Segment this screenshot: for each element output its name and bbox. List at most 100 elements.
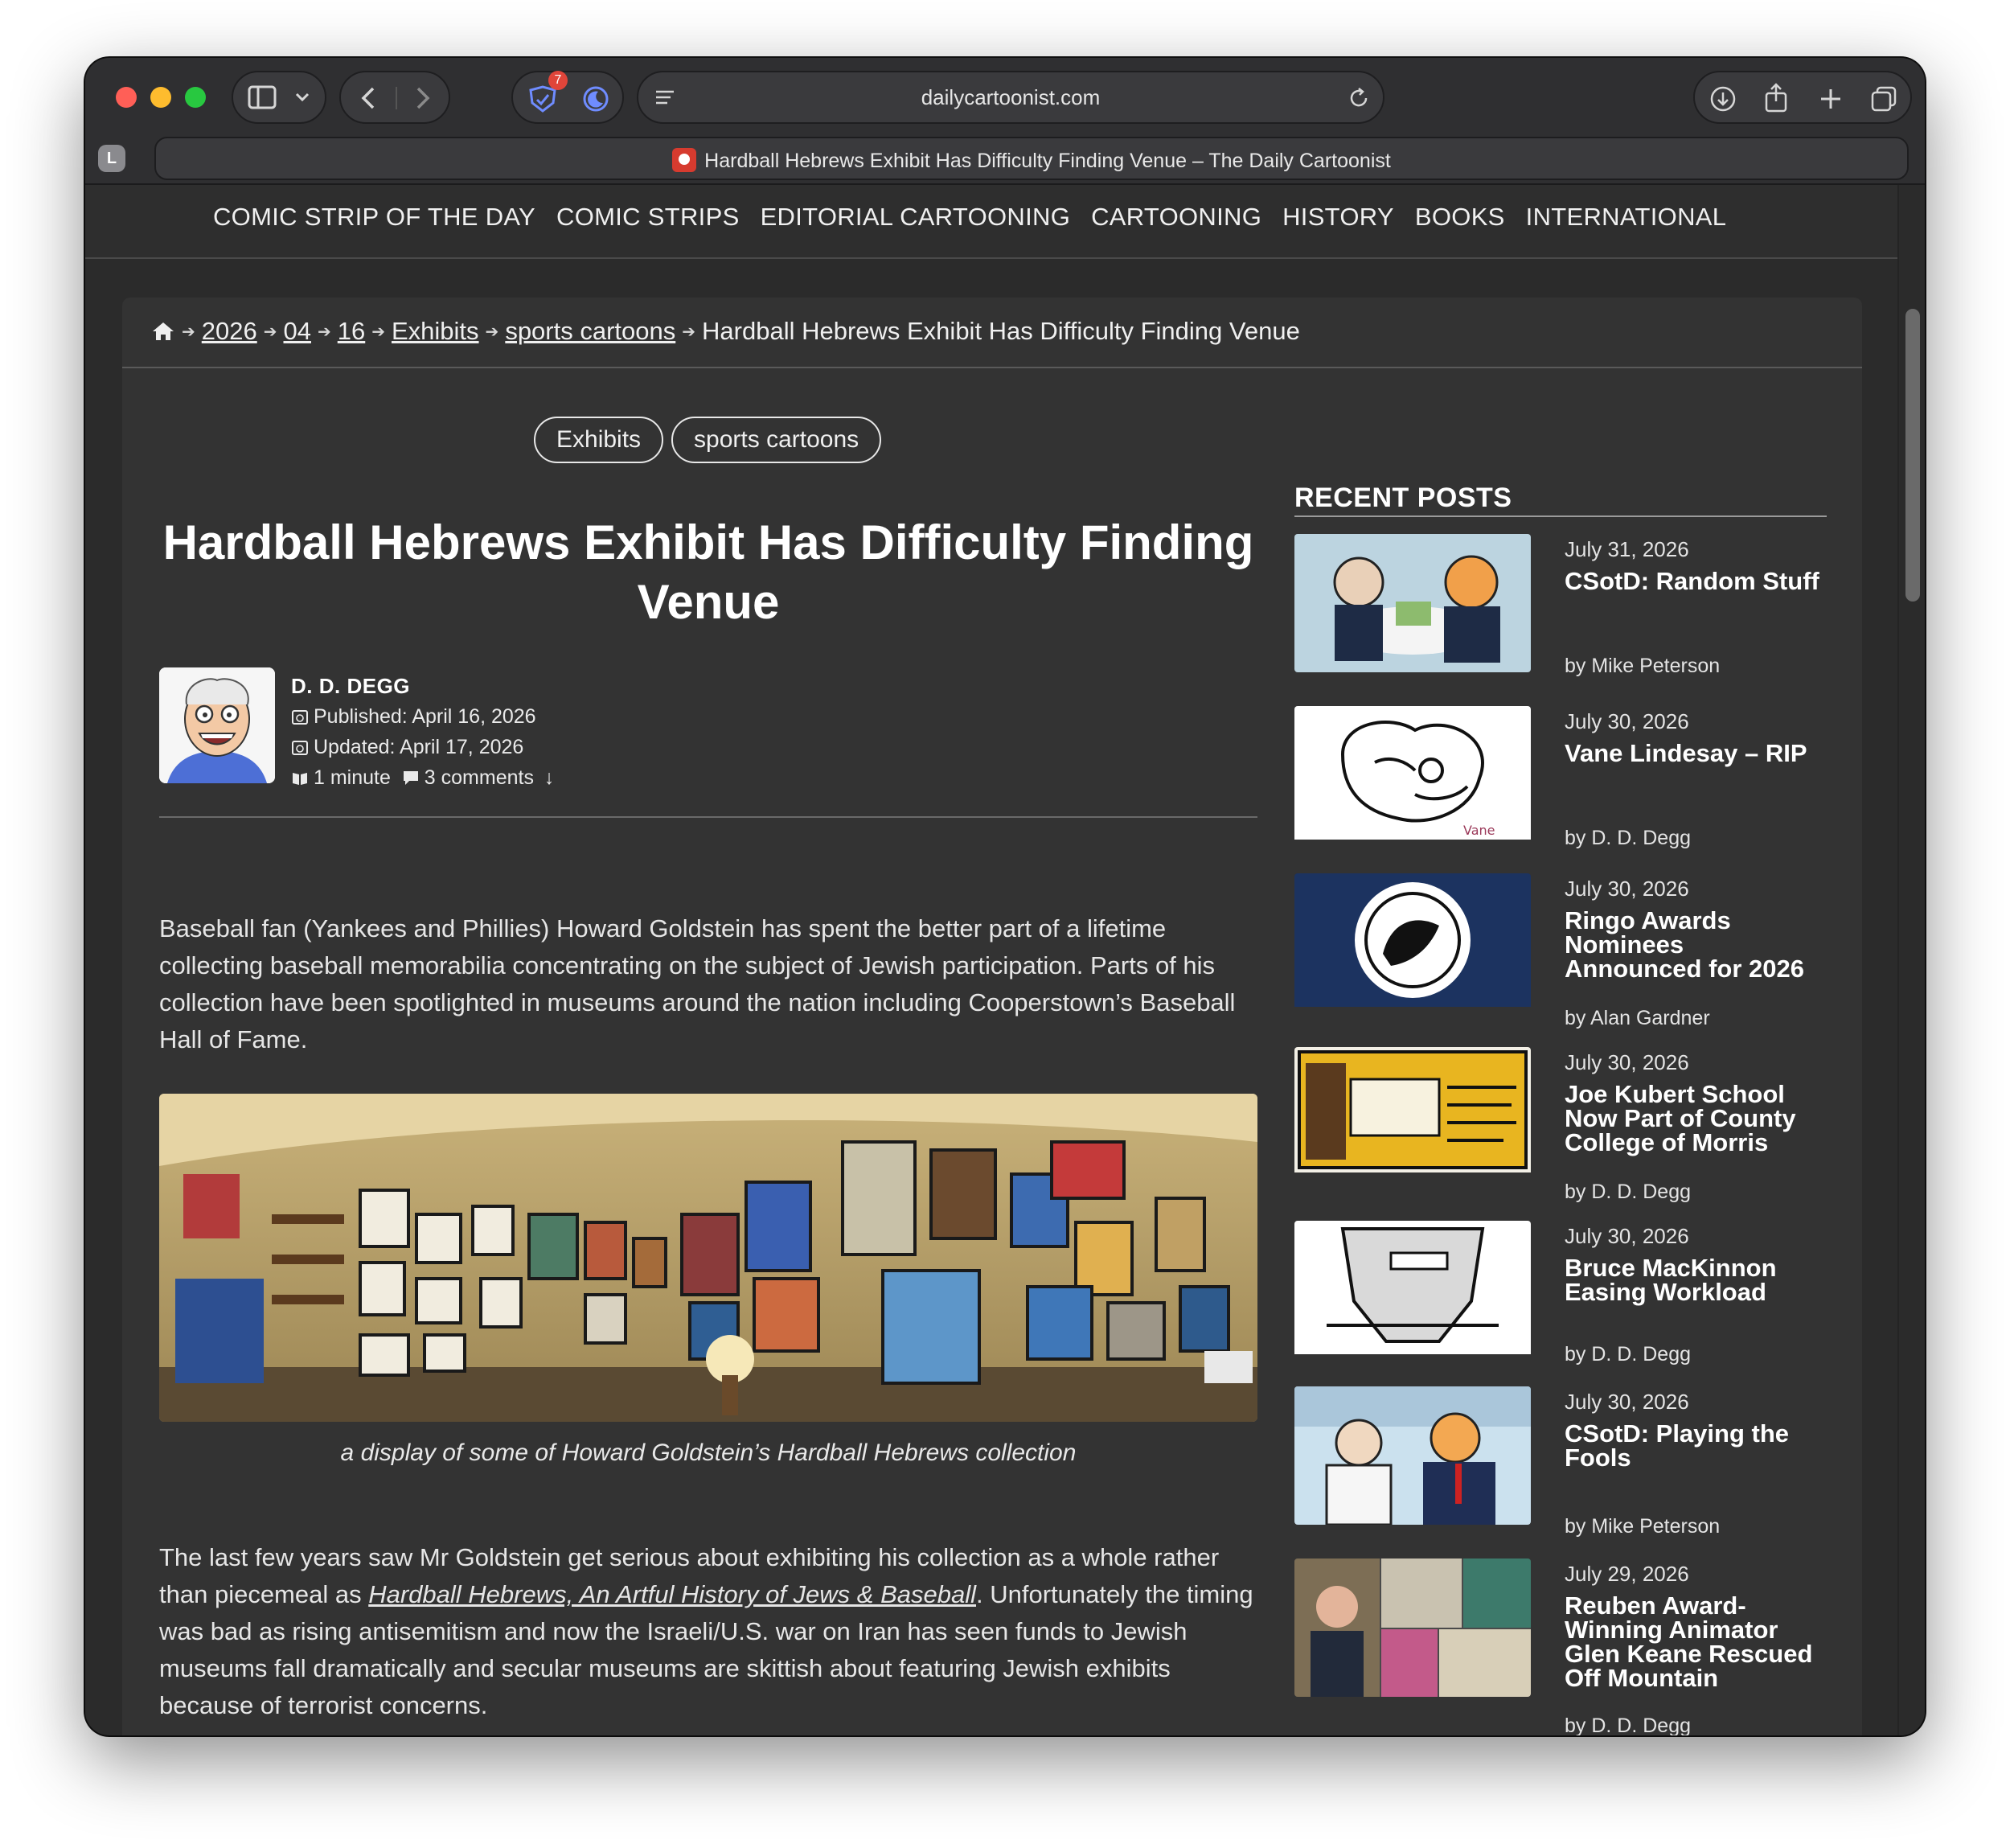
caricature-thumbnail-icon: Vane	[1294, 706, 1531, 840]
close-window-button[interactable]	[116, 87, 137, 108]
post-byline: by Alan Gardner	[1565, 1007, 1710, 1029]
post-title[interactable]: Bruce MacKinnon Easing Workload	[1565, 1255, 1827, 1304]
web-page: COMIC STRIP OF THE DAY COMIC STRIPS EDIT…	[85, 185, 1897, 1735]
breadcrumb-year[interactable]: 2026	[202, 317, 257, 346]
published-text: Published: April 16, 2026	[314, 705, 536, 728]
tab-title-text: Hardball Hebrews Exhibit Has Difficulty …	[704, 150, 1391, 172]
recent-post-item[interactable]: July 30, 2026 CSotD: Playing the Fools b…	[1294, 1386, 1827, 1539]
breadcrumb: ➔ 2026 ➔ 04 ➔ 16 ➔ Exhibits ➔ sports car…	[151, 317, 1300, 346]
reload-icon[interactable]	[1348, 87, 1370, 109]
author-avatar[interactable]	[159, 667, 275, 783]
browser-toolbar: 7 dailycartoonist.com	[85, 58, 1925, 135]
post-byline: by D. D. Degg	[1565, 827, 1692, 849]
post-date: July 30, 2026	[1565, 1050, 1689, 1074]
forward-arrow-icon[interactable]	[413, 85, 433, 111]
breadcrumb-month[interactable]: 04	[284, 317, 311, 346]
tag-sports-cartoons[interactable]: sports cartoons	[671, 417, 882, 463]
extensions-group: 7	[511, 71, 624, 124]
post-date: July 30, 2026	[1565, 709, 1689, 733]
shield-extension-icon[interactable]	[527, 85, 558, 113]
nav-comic-strip-of-the-day[interactable]: COMIC STRIP OF THE DAY	[213, 203, 535, 232]
tab-active[interactable]: Hardball Hebrews Exhibit Has Difficulty …	[154, 137, 1909, 180]
comments-link[interactable]: 3 comments	[425, 766, 534, 789]
post-title[interactable]: Vane Lindesay – RIP	[1565, 741, 1827, 766]
post-title[interactable]: CSotD: Random Stuff	[1565, 569, 1827, 593]
post-tags: Exhibits sports cartoons	[534, 417, 882, 463]
breadcrumb-arrow-icon: ➔	[317, 322, 331, 341]
article-title: Hardball Hebrews Exhibit Has Difficulty …	[162, 515, 1254, 629]
home-icon[interactable]	[151, 321, 175, 342]
recent-post-item[interactable]: July 30, 2026 Ringo Awards Nominees Anno…	[1294, 873, 1827, 1029]
post-thumbnail[interactable]	[1294, 873, 1531, 1012]
minimize-window-button[interactable]	[150, 87, 171, 108]
breadcrumb-day[interactable]: 16	[338, 317, 365, 346]
post-thumbnail[interactable]	[1294, 1558, 1531, 1697]
scrollbar-thumb[interactable]	[1905, 309, 1920, 602]
free-willy-cartoon-icon	[1294, 1221, 1531, 1354]
calendar-clock-icon	[292, 710, 308, 725]
post-title[interactable]: CSotD: Playing the Fools	[1565, 1421, 1827, 1470]
address-bar[interactable]: dailycartoonist.com	[637, 71, 1384, 124]
post-date: July 31, 2026	[1565, 537, 1689, 561]
photo-collage-icon	[1294, 1558, 1531, 1697]
recent-post-item[interactable]: July 30, 2026 Bruce MacKinnon Easing Wor…	[1294, 1221, 1827, 1374]
post-thumbnail[interactable]	[1294, 1047, 1531, 1185]
post-byline: by D. D. Degg	[1565, 1343, 1692, 1365]
post-title[interactable]: Joe Kubert School Now Part of County Col…	[1565, 1082, 1827, 1155]
tag-exhibits[interactable]: Exhibits	[534, 417, 664, 463]
breadcrumb-arrow-icon: ➔	[485, 322, 499, 341]
post-byline: by Mike Peterson	[1565, 1515, 1721, 1538]
toolbar-actions	[1693, 71, 1912, 124]
recent-post-item[interactable]: July 31, 2026 CSotD: Random Stuff by Mik…	[1294, 534, 1827, 687]
post-thumbnail[interactable]	[1294, 1386, 1531, 1525]
share-icon[interactable]	[1764, 82, 1788, 113]
post-byline: by D. D. Degg	[1565, 1181, 1692, 1203]
nav-editorial-cartooning[interactable]: EDITORIAL CARTOONING	[761, 203, 1071, 232]
author-meta: D. D. DEGG Published: April 16, 2026 Upd…	[291, 671, 554, 793]
post-title[interactable]: Ringo Awards Nominees Announced for 2026	[1565, 908, 1827, 981]
article-paragraph-2: The last few years saw Mr Goldstein get …	[159, 1539, 1257, 1724]
page-scrollbar[interactable]	[1897, 185, 1925, 1735]
meta-divider	[159, 816, 1257, 818]
breadcrumb-arrow-icon: ➔	[182, 322, 195, 341]
post-date: July 30, 2026	[1565, 877, 1689, 901]
nav-history[interactable]: HISTORY	[1282, 203, 1394, 232]
nav-cartooning[interactable]: CARTOONING	[1091, 203, 1261, 232]
cartoon-thumbnail-icon	[1294, 534, 1531, 672]
profile-button[interactable]: L	[98, 145, 125, 172]
breadcrumb-arrow-icon: ➔	[682, 322, 696, 341]
zoom-window-button[interactable]	[185, 87, 206, 108]
download-icon[interactable]	[1709, 85, 1737, 113]
ringo-logo-icon	[1294, 873, 1531, 1007]
author-name[interactable]: D. D. DEGG	[291, 671, 554, 701]
breadcrumb-category[interactable]: Exhibits	[392, 317, 479, 346]
back-arrow-icon[interactable]	[359, 85, 378, 111]
svg-text:Vane: Vane	[1463, 823, 1495, 838]
arrow-down-icon[interactable]: ↓	[544, 766, 555, 789]
recent-post-item[interactable]: Vane July 30, 2026 Vane Lindesay – RIP b…	[1294, 706, 1827, 859]
chevron-down-icon	[295, 92, 310, 102]
new-tab-icon[interactable]	[1819, 87, 1843, 111]
recent-post-item[interactable]: July 30, 2026 Joe Kubert School Now Part…	[1294, 1047, 1827, 1203]
book-icon	[293, 773, 307, 785]
post-thumbnail[interactable]: Vane	[1294, 706, 1531, 844]
collection-photo	[159, 1094, 1257, 1422]
post-thumbnail[interactable]	[1294, 534, 1531, 672]
nav-international[interactable]: INTERNATIONAL	[1526, 203, 1727, 232]
nav-comic-strips[interactable]: COMIC STRIPS	[556, 203, 740, 232]
recent-post-item[interactable]: July 29, 2026 Reuben Award-Winning Anima…	[1294, 1558, 1827, 1735]
sidebar-toggle-button[interactable]	[232, 71, 326, 124]
browser-window: 7 dailycartoonist.com L Hardball Hebrews…	[85, 58, 1925, 1735]
article-paragraph-1: Baseball fan (Yankees and Phillies) Howa…	[159, 914, 1236, 1053]
site-favicon-icon	[672, 148, 697, 172]
post-thumbnail[interactable]	[1294, 1221, 1531, 1359]
post-date: July 29, 2026	[1565, 1562, 1689, 1586]
hardball-hebrews-link[interactable]: Hardball Hebrews, An Artful History of J…	[368, 1580, 976, 1608]
nav-books[interactable]: BOOKS	[1415, 203, 1505, 232]
breadcrumb-tag[interactable]: sports cartoons	[505, 317, 675, 346]
tab-overview-icon[interactable]	[1870, 85, 1897, 113]
history-nav-group	[339, 71, 450, 124]
post-title[interactable]: Reuben Award-Winning Animator Glen Keane…	[1565, 1593, 1827, 1690]
political-cartoon-icon	[1294, 1386, 1531, 1525]
dark-mode-icon[interactable]	[582, 85, 609, 113]
